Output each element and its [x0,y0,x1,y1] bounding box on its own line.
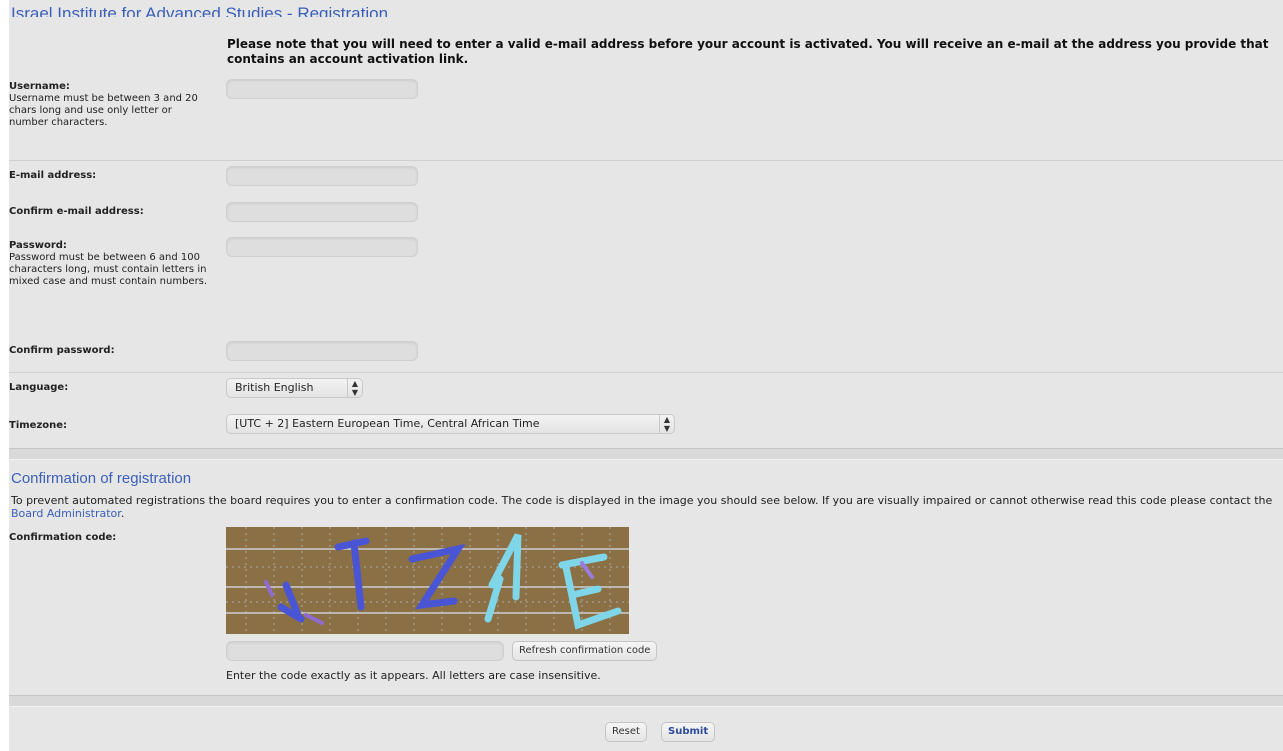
email-label-group: E-mail address: [9,170,209,182]
row-divider [9,160,1283,161]
email-label: E-mail address: [9,170,97,181]
section-separator [9,695,1283,707]
email-input[interactable] [226,166,418,186]
confirmation-section-title: Confirmation of registration [11,470,192,487]
timezone-label: Timezone: [9,420,68,431]
confirmation-code-label-group: Confirmation code: [9,532,209,544]
refresh-confirmation-code-button[interactable]: Refresh confirmation code [512,641,658,661]
registration-panel: Israel Institute for Advanced Studies - … [9,0,1283,751]
confirmation-code-label: Confirmation code: [9,532,117,543]
password-label-group: Password: Password must be between 6 and… [9,240,209,288]
row-divider [9,372,1283,373]
confirmation-code-help: Enter the code exactly as it appears. Al… [226,669,601,682]
confirmation-description: To prevent automated registrations the b… [11,494,1273,520]
submit-button[interactable]: Submit [661,722,716,742]
captcha-image [226,527,629,634]
select-arrows-icon: ▲ ▼ [659,415,674,433]
confirmation-description-end: . [120,507,125,520]
password-label: Password: [9,240,67,251]
board-administrator-link[interactable]: Board Administrator [11,507,121,520]
confirm-password-input[interactable] [226,341,418,361]
confirm-email-label: Confirm e-mail address: [9,206,144,217]
language-select[interactable]: British English ▲ ▼ [226,378,363,398]
section-separator [9,448,1283,460]
timezone-label-group: Timezone: [9,420,209,432]
confirm-email-input[interactable] [226,202,418,222]
confirm-email-label-group: Confirm e-mail address: [9,206,209,218]
select-arrows-icon: ▲ ▼ [347,379,362,397]
password-hint: Password must be between 6 and 100 chara… [9,252,208,287]
language-selected: British English [235,381,314,394]
captcha-graphic [226,527,629,634]
password-input[interactable] [226,237,418,257]
username-label: Username: [9,81,70,92]
language-label: Language: [9,382,69,393]
confirmation-code-input[interactable] [226,641,504,661]
username-hint: Username must be between 3 and 20 chars … [9,93,198,128]
timezone-select[interactable]: [UTC + 2] Eastern European Time, Central… [226,414,675,434]
page-title: Israel Institute for Advanced Studies - … [11,4,389,17]
reset-button[interactable]: Reset [605,722,647,742]
username-input[interactable] [226,79,418,99]
timezone-selected: [UTC + 2] Eastern European Time, Central… [235,417,540,430]
confirm-password-label: Confirm password: [9,345,115,356]
username-label-group: Username: Username must be between 3 and… [9,81,209,129]
confirm-password-label-group: Confirm password: [9,345,209,357]
confirmation-description-text: To prevent automated registrations the b… [11,494,1273,507]
activation-notice: Please note that you will need to enter … [227,37,1269,66]
language-label-group: Language: [9,382,209,394]
